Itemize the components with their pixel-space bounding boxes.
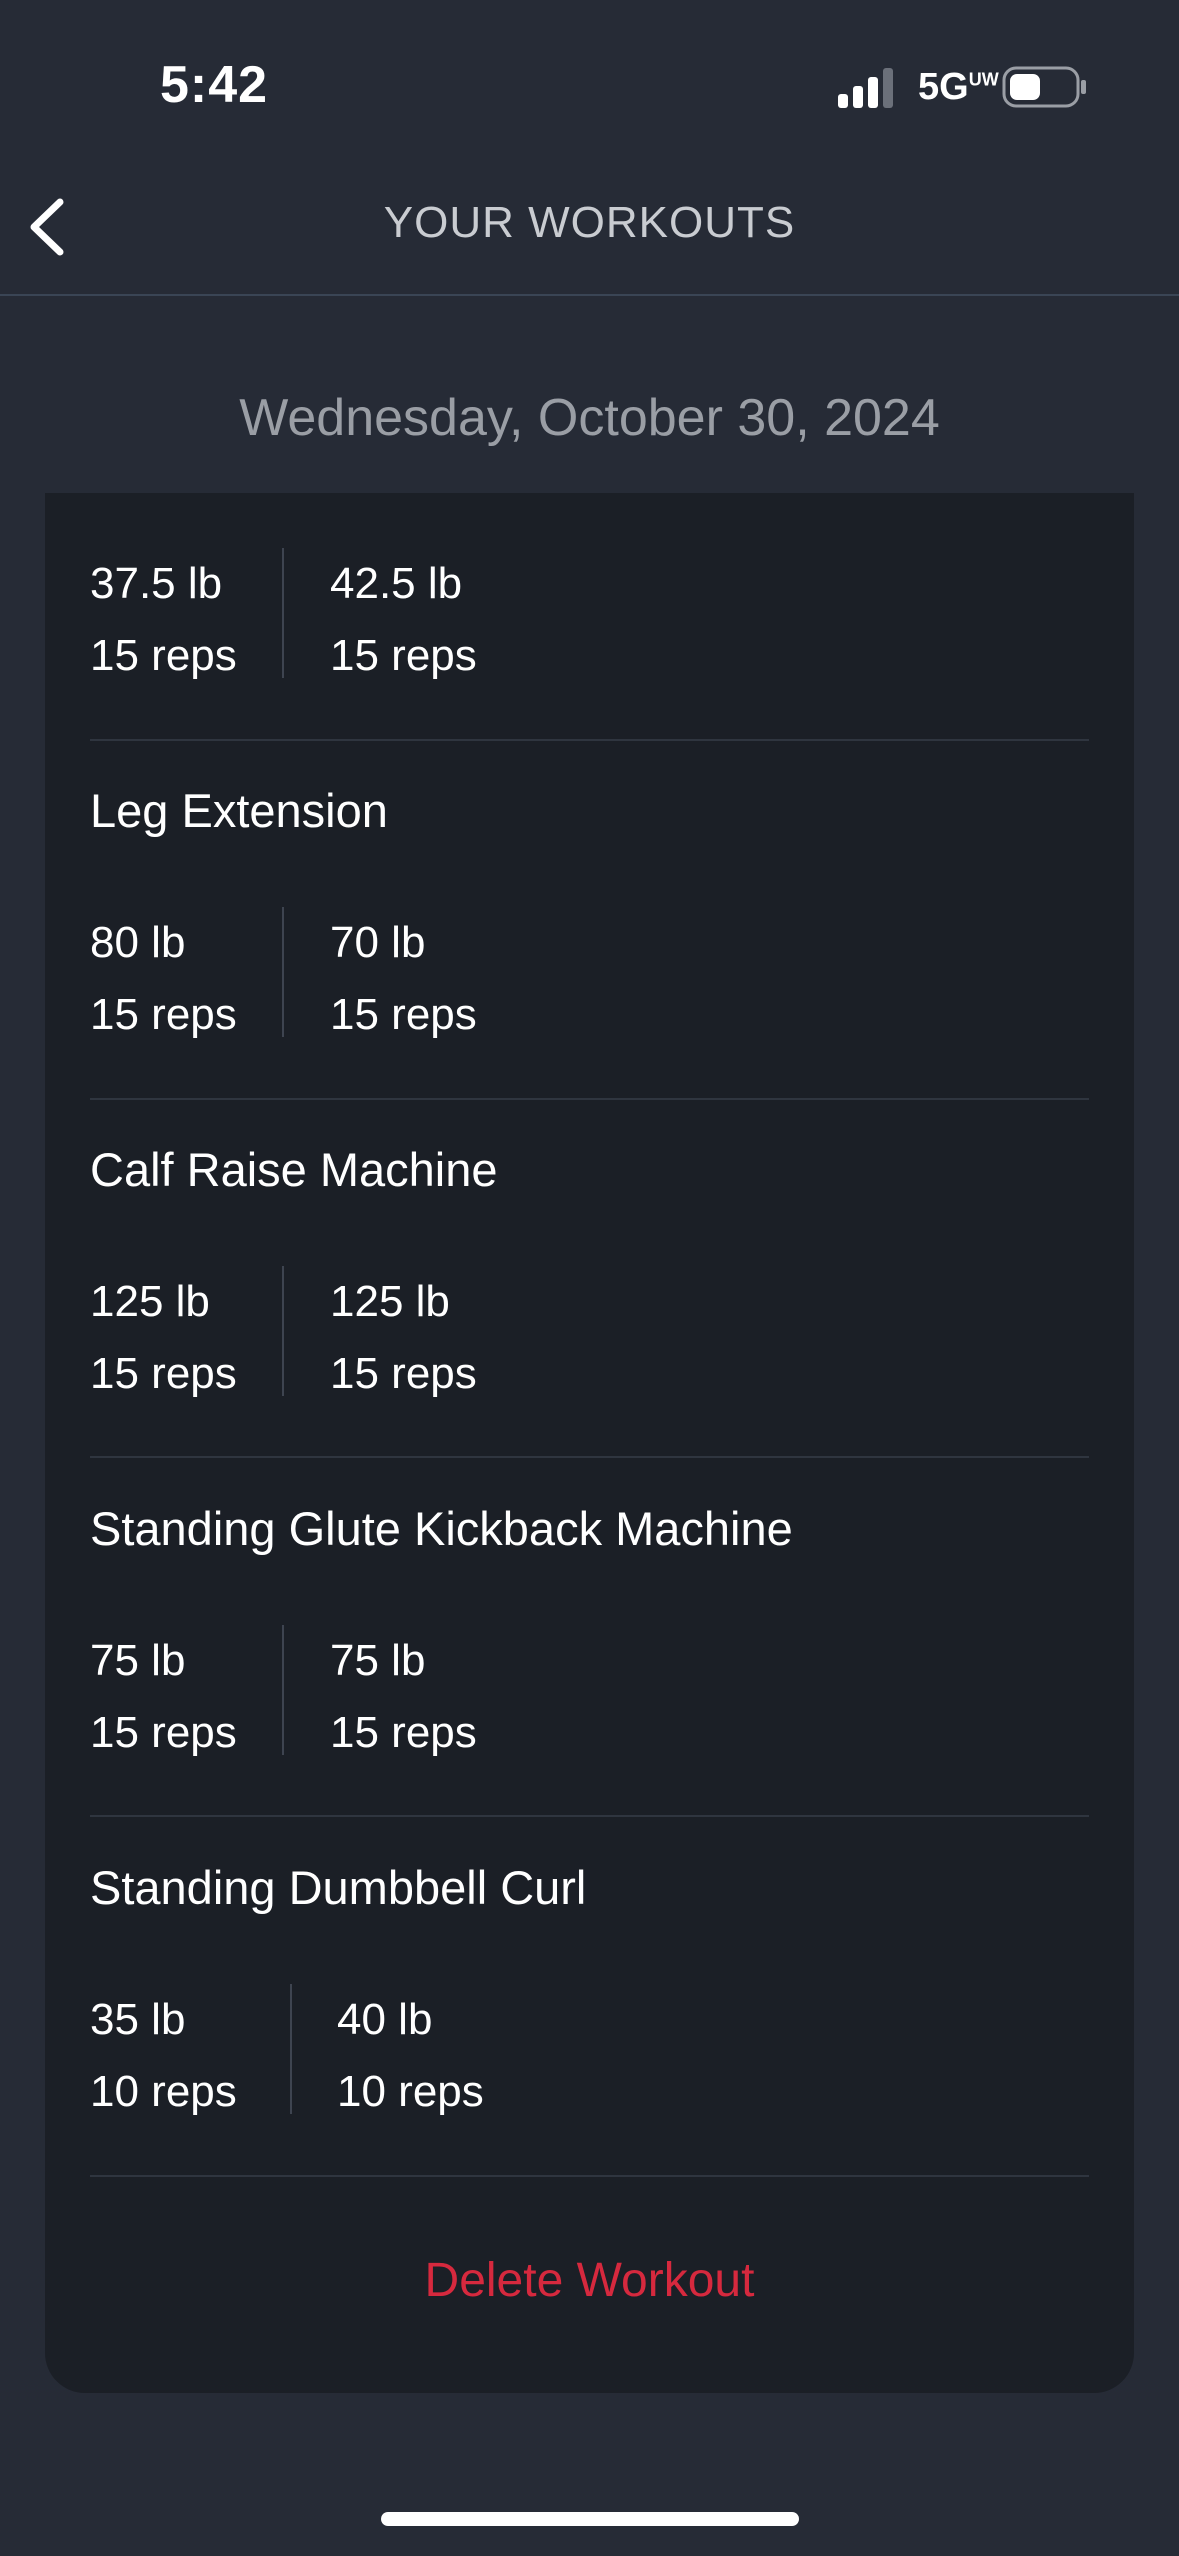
set-weight: 35 lb [90,1995,186,2044]
set-divider [290,1984,292,2114]
set-reps: 10 reps [337,2067,484,2116]
signal-icon [838,68,893,108]
set-weight: 70 lb [330,918,426,967]
set-2: 70 lb 15 reps [330,907,477,1051]
set-2: 40 lb 10 reps [337,1984,484,2128]
set-weight: 125 lb [330,1277,450,1326]
set-2: 125 lb 15 reps [330,1266,477,1410]
exercise-name: Standing Glute Kickback Machine [90,1502,793,1555]
set-weight: 80 lb [90,918,186,967]
section-divider [90,739,1089,741]
set-reps: 15 reps [90,990,237,1039]
network-type: 5G [918,66,969,108]
set-1: 125 lb 15 reps [90,1266,237,1410]
set-weight: 75 lb [90,1636,186,1685]
set-row: 75 lb 15 reps 75 lb 15 reps [90,1625,1090,1757]
set-1: 37.5 lb 15 reps [90,548,237,692]
set-weight: 37.5 lb [90,559,223,608]
set-reps: 15 reps [330,990,477,1039]
set-reps: 15 reps [330,1708,477,1757]
network-label: 5GUW [918,66,999,109]
exercise-name: Leg Extension [90,784,388,837]
set-weight: 40 lb [337,1995,433,2044]
set-1: 80 lb 15 reps [90,907,237,1051]
set-weight: 42.5 lb [330,559,463,608]
set-row: 37.5 lb 15 reps 42.5 lb 15 reps [90,548,1090,680]
battery-icon [1002,66,1086,108]
set-1: 75 lb 15 reps [90,1625,237,1769]
set-reps: 15 reps [330,631,477,680]
header: YOUR WORKOUTS [0,150,1179,296]
status-bar: 5:42 5GUW [0,0,1179,150]
set-reps: 15 reps [90,1349,237,1398]
workout-card: 37.5 lb 15 reps 42.5 lb 15 reps Leg Exte… [45,493,1134,2393]
section-divider [90,1456,1089,1458]
delete-workout-button[interactable]: Delete Workout [45,2253,1134,2308]
status-time: 5:42 [160,56,269,114]
exercise-name: Standing Dumbbell Curl [90,1861,587,1914]
set-reps: 15 reps [330,1349,477,1398]
set-reps: 15 reps [90,631,237,680]
set-weight: 125 lb [90,1277,210,1326]
set-2: 42.5 lb 15 reps [330,548,477,692]
set-row: 80 lb 15 reps 70 lb 15 reps [90,907,1090,1039]
set-divider [282,907,284,1037]
set-reps: 10 reps [90,2067,237,2116]
set-divider [282,1266,284,1396]
page-title: YOUR WORKOUTS [383,198,796,247]
section-divider [90,1098,1089,1100]
set-divider [282,548,284,678]
set-divider [282,1625,284,1755]
section-divider [90,2175,1089,2177]
set-row: 35 lb 10 reps 40 lb 10 reps [90,1984,1090,2116]
set-reps: 15 reps [90,1708,237,1757]
set-row: 125 lb 15 reps 125 lb 15 reps [90,1266,1090,1398]
set-weight: 75 lb [330,1636,426,1685]
exercise-name: Calf Raise Machine [90,1143,498,1196]
workout-date: Wednesday, October 30, 2024 [239,389,940,447]
set-2: 75 lb 15 reps [330,1625,477,1769]
set-1: 35 lb 10 reps [90,1984,237,2128]
section-divider [90,1815,1089,1817]
home-indicator[interactable] [381,2512,799,2526]
network-suffix: UW [968,69,999,90]
